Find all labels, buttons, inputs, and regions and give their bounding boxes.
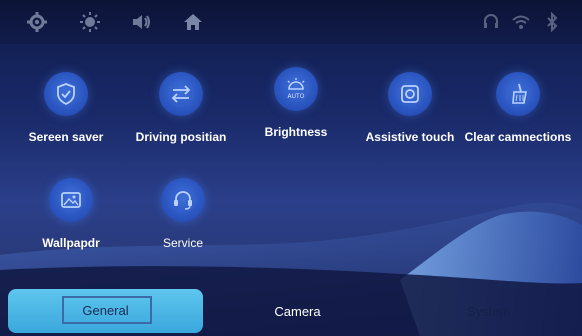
tile-driving-position[interactable]: Driving positian — [126, 72, 236, 144]
settings-icon[interactable] — [26, 11, 48, 33]
swap-arrows-icon — [171, 85, 191, 103]
brightness-icon[interactable] — [79, 11, 101, 33]
tile-label: Clear camnections — [464, 130, 572, 144]
tile-assistive-touch[interactable]: Assistive touch — [355, 72, 465, 144]
headset-icon — [480, 11, 502, 33]
tab-general[interactable]: General — [8, 289, 203, 333]
bottom-tab-bar: General Camera System — [0, 287, 582, 336]
settings-screen: Sereen saver Driving positian AUTO Brigh… — [0, 0, 582, 336]
broom-icon — [512, 83, 527, 104]
tile-clear-connections[interactable]: Clear camnections — [463, 72, 573, 144]
bluetooth-icon — [541, 11, 563, 33]
assistive-touch-icon — [401, 85, 419, 103]
tile-label: Service — [162, 236, 203, 250]
home-icon[interactable] — [182, 11, 204, 33]
tile-label: Brightness — [264, 125, 328, 139]
tile-label: Assistive touch — [365, 130, 455, 144]
image-icon — [61, 192, 81, 208]
tab-label: General — [82, 303, 129, 318]
tile-service[interactable]: Service — [128, 178, 238, 250]
shield-check-icon — [57, 83, 75, 106]
tile-label: Sereen saver — [28, 130, 104, 144]
background-wave — [0, 202, 582, 336]
auto-badge: AUTO — [287, 93, 305, 100]
tile-screen-saver[interactable]: Sereen saver — [11, 72, 121, 144]
volume-icon[interactable] — [130, 11, 152, 33]
tab-camera[interactable]: Camera — [210, 287, 385, 336]
headset-service-icon — [174, 191, 192, 210]
tile-wallpaper[interactable]: Wallpapdr — [16, 178, 126, 250]
wifi-icon — [510, 11, 532, 33]
tab-label: Camera — [274, 304, 321, 319]
tab-label: System — [466, 304, 511, 319]
tile-brightness[interactable]: AUTO Brightness — [241, 67, 351, 139]
tile-label: Driving positian — [135, 130, 227, 144]
status-bar — [0, 0, 582, 44]
tab-system[interactable]: System — [395, 287, 582, 336]
tile-label: Wallpapdr — [42, 236, 100, 250]
